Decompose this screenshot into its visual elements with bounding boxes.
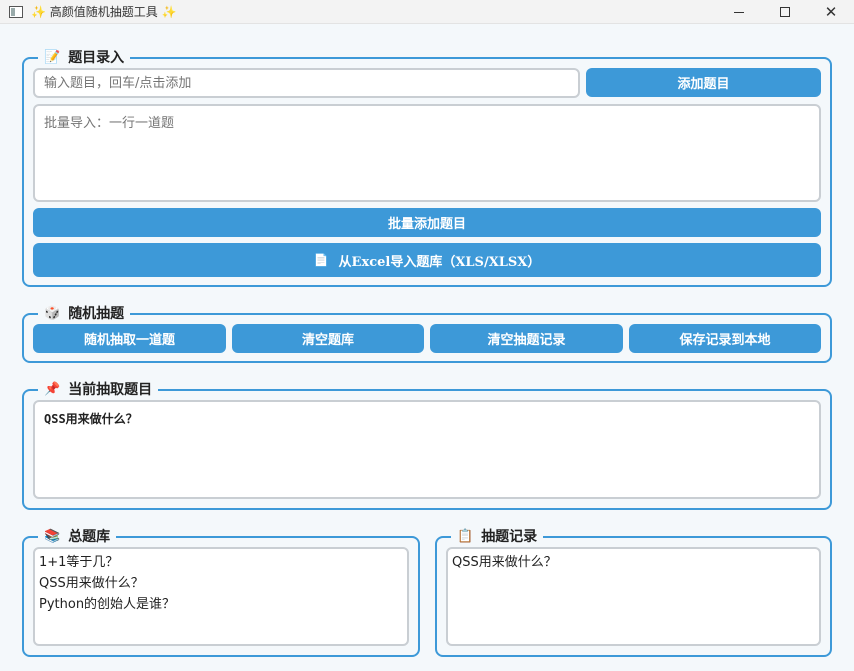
current-group-label: 当前抽取题目 [68,382,153,398]
save-history-button[interactable]: 保存记录到本地 [629,324,821,353]
history-group-title: 📋 抽题记录 [451,528,544,546]
list-item[interactable]: Python的创始人是谁？ [39,594,403,615]
bank-group-title: 📚 总题库 [38,528,117,546]
batch-input[interactable] [33,104,821,202]
clear-history-button[interactable]: 清空抽题记录 [430,324,623,353]
dice-icon: 🎲 [44,306,61,321]
draw-random-button[interactable]: 随机抽取一道题 [33,324,226,353]
batch-add-button[interactable]: 批量添加题目 [33,208,821,237]
current-question-display[interactable]: QSS用来做什么？ [33,400,821,499]
title-bar: ✨ 高颜值随机抽题工具 ✨ ✕ [0,0,854,24]
entry-group-label: 题目录入 [68,50,125,66]
document-icon: 📄 [313,253,329,267]
books-icon: 📚 [44,529,61,544]
excel-import-button[interactable]: 📄 从Excel导入题库（XLS/XLSX） [33,243,821,277]
app-icon [9,5,23,18]
pushpin-icon: 📌 [44,382,61,397]
question-bank-list[interactable]: 1+1等于几？ QSS用来做什么？ Python的创始人是谁？ [33,547,409,646]
minimize-button[interactable] [716,0,762,24]
current-group-title: 📌 当前抽取题目 [38,381,159,399]
question-input[interactable] [33,68,580,98]
history-group-label: 抽题记录 [481,529,538,545]
window-title: ✨ 高颜值随机抽题工具 ✨ [31,5,177,19]
window-controls: ✕ [716,0,854,24]
clear-bank-button[interactable]: 清空题库 [232,324,424,353]
list-item[interactable]: 1+1等于几？ [39,552,403,573]
minimize-icon [734,11,744,13]
history-list[interactable]: QSS用来做什么？ [446,547,821,646]
list-item[interactable]: QSS用来做什么？ [452,552,815,573]
memo-icon: 📝 [44,50,61,65]
excel-import-label: 从Excel导入题库（XLS/XLSX） [338,254,541,270]
bank-group-label: 总题库 [68,529,111,545]
maximize-button[interactable] [762,0,808,24]
close-button[interactable]: ✕ [808,0,854,24]
clipboard-icon: 📋 [457,529,474,544]
draw-group-title: 🎲 随机抽题 [38,305,131,323]
close-icon: ✕ [824,3,838,21]
add-question-button[interactable]: 添加题目 [586,68,821,97]
draw-group-label: 随机抽题 [68,306,125,322]
maximize-icon [780,7,790,17]
entry-group-title: 📝 题目录入 [38,49,131,67]
list-item[interactable]: QSS用来做什么？ [39,573,403,594]
